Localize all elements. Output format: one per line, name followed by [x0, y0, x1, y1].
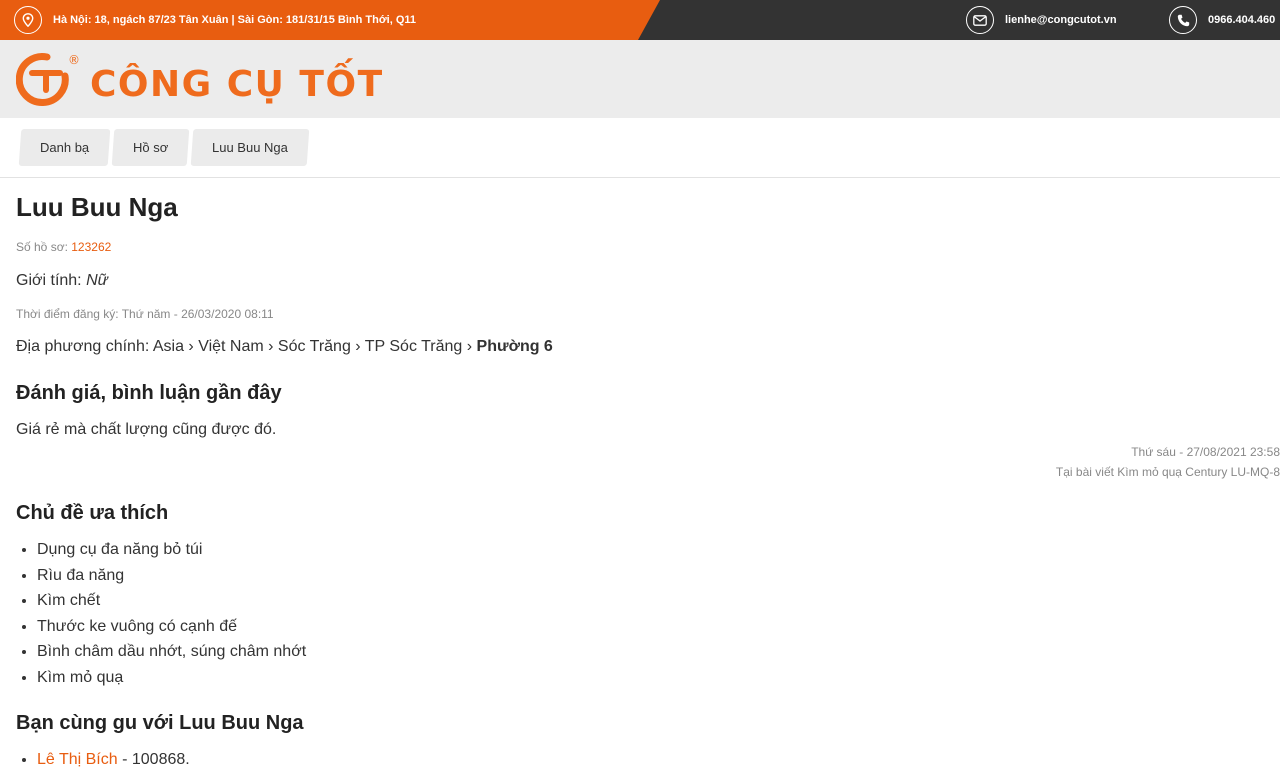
review-text: Giá rẻ mà chất lượng cũng được đó. — [16, 421, 277, 438]
list-item[interactable]: Thước ke vuông có cạnh đế — [37, 614, 306, 640]
breadcrumb-item-directory[interactable]: Danh bạ — [18, 129, 111, 166]
profile-number: Số hồ sơ: 123262 — [16, 240, 111, 254]
top-bar: Hà Nội: 18, ngách 87/23 Tân Xuân | Sài G… — [0, 0, 1280, 40]
email-text[interactable]: lienhe@congcutot.vn — [1005, 14, 1117, 26]
logo-text[interactable]: CÔNG CỤ TỐT — [90, 64, 384, 105]
breadcrumb-item-profile[interactable]: Hồ sơ — [111, 129, 190, 166]
email-contact[interactable]: lienhe@congcutot.vn — [966, 0, 1117, 40]
location-pin-icon — [14, 6, 42, 34]
review-post-link[interactable]: Tại bài viết Kìm mỏ quạ Century LU-MQ-8 — [1056, 462, 1280, 482]
location-label: Địa phương chính: — [16, 338, 150, 355]
friends-list: Lê Thị Bích - 100868. — [37, 747, 190, 768]
breadcrumb: Danh bạ Hồ sơ Luu Buu Nga — [18, 129, 310, 166]
location-path[interactable]: Asia › Việt Nam › Sóc Trăng › TP Sóc Tră… — [153, 338, 472, 355]
topics-list: Dụng cụ đa năng bỏ túi Rìu đa năng Kìm c… — [37, 537, 306, 690]
page-title: Luu Buu Nga — [16, 192, 178, 222]
list-item[interactable]: Bình châm dầu nhớt, súng châm nhớt — [37, 639, 306, 665]
list-item[interactable]: Rìu đa năng — [37, 563, 306, 589]
site-header: ® CÔNG CỤ TỐT — [0, 40, 1280, 118]
list-item[interactable]: Kìm mỏ quạ — [37, 665, 306, 691]
friend-id: - 100868. — [122, 751, 190, 768]
friend-link[interactable]: Lê Thị Bích — [37, 751, 118, 768]
profile-number-value: 123262 — [71, 240, 112, 254]
breadcrumb-label: Luu Buu Nga — [212, 140, 289, 155]
review-meta: Thứ sáu - 27/08/2021 23:58 Tại bài viết … — [1056, 442, 1280, 482]
friends-heading: Bạn cùng gu với Luu Buu Nga — [16, 712, 304, 734]
phone-contact[interactable]: 0966.404.460 — [1169, 0, 1275, 40]
divider — [0, 177, 1280, 178]
profile-number-label: Số hồ sơ: — [16, 240, 68, 254]
topics-heading: Chủ đề ưa thích — [16, 502, 169, 524]
list-item[interactable]: Kìm chết — [37, 588, 306, 614]
breadcrumb-item-current[interactable]: Luu Buu Nga — [191, 129, 310, 166]
envelope-icon — [966, 6, 994, 34]
logo-mark-icon: ® — [15, 53, 80, 106]
gender: Giới tính: Nữ — [16, 272, 108, 290]
address-text: Hà Nội: 18, ngách 87/23 Tân Xuân | Sài G… — [53, 14, 417, 26]
registered-mark: ® — [68, 53, 80, 67]
gender-value: Nữ — [86, 272, 108, 289]
list-item[interactable]: Dụng cụ đa năng bỏ túi — [37, 537, 306, 563]
main-location: Địa phương chính: Asia › Việt Nam › Sóc … — [16, 338, 553, 356]
location-ward[interactable]: Phường 6 — [477, 338, 553, 355]
phone-text[interactable]: 0966.404.460 — [1208, 14, 1275, 26]
gender-label: Giới tính: — [16, 272, 82, 289]
phone-icon — [1169, 6, 1197, 34]
logo[interactable]: ® — [15, 50, 88, 119]
breadcrumb-label: Danh bạ — [40, 140, 90, 155]
list-item: Lê Thị Bích - 100868. — [37, 747, 190, 768]
address-info: Hà Nội: 18, ngách 87/23 Tân Xuân | Sài G… — [14, 0, 416, 40]
registered-time: Thời điểm đăng ký: Thứ năm - 26/03/2020 … — [16, 307, 274, 321]
breadcrumb-label: Hồ sơ — [133, 140, 169, 155]
review-date: Thứ sáu - 27/08/2021 23:58 — [1131, 445, 1280, 459]
reviews-heading: Đánh giá, bình luận gần đây — [16, 382, 282, 404]
